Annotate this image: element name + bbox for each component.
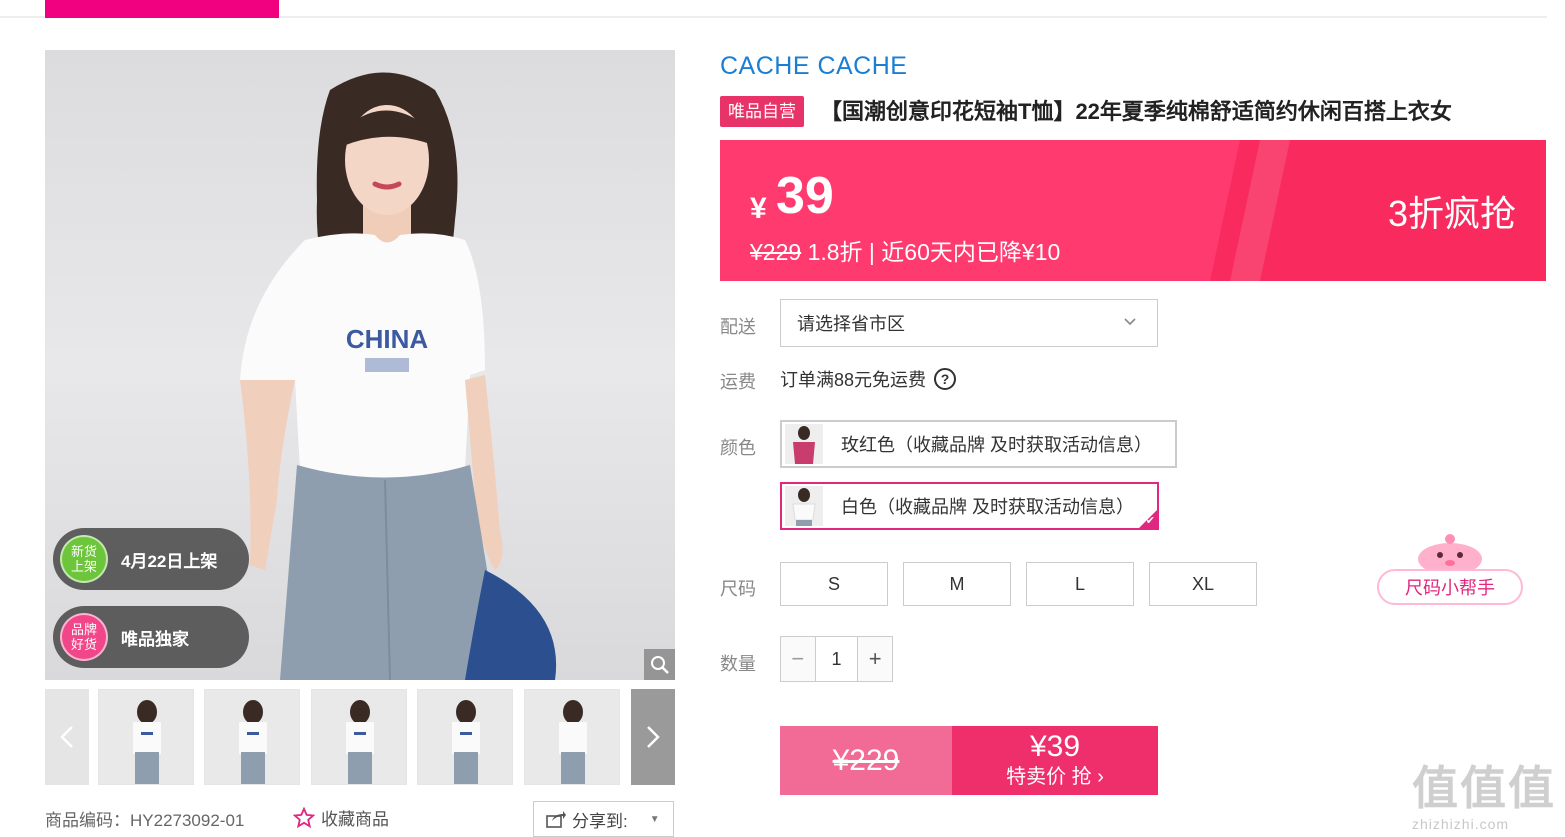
product-code-value: HY2273092-01 (130, 811, 245, 830)
thumbnail-1[interactable] (98, 689, 194, 785)
quantity-input[interactable]: 1 (814, 637, 859, 681)
size-option-s[interactable]: S (780, 562, 888, 606)
size-helper-button[interactable]: 尺码小帮手 (1377, 529, 1523, 609)
quantity-stepper: − 1 + (780, 636, 893, 682)
thumbnail-4[interactable] (417, 689, 513, 785)
color-swatch-rose (785, 424, 823, 464)
quantity-decrease-button[interactable]: − (781, 637, 815, 681)
help-icon[interactable]: ? (934, 368, 957, 390)
product-title: 【国潮创意印花短袖T恤】22年夏季纯棉舒适简约休闲百搭上衣女 (820, 99, 1452, 124)
buy-action-label: 特卖价 抢 › (1006, 766, 1104, 788)
chevron-left-icon (60, 726, 73, 748)
size-label: 尺码 (720, 579, 756, 599)
thumbnail-prev-button[interactable] (45, 689, 89, 785)
shirt-print: CHINA (346, 324, 429, 354)
thumbnail-photo (239, 700, 267, 784)
active-tab-indicator[interactable] (45, 0, 279, 18)
color-label: 颜色 (720, 438, 756, 458)
buy-now-area[interactable]: ¥39 特卖价 抢 › (952, 726, 1158, 795)
thumbnail-next-button[interactable] (631, 689, 675, 785)
favorite-button[interactable]: 收藏商品 (293, 805, 389, 830)
current-price: 39 (776, 167, 834, 225)
share-icon (546, 811, 566, 828)
share-label: 分享到: (572, 811, 628, 831)
price-banner: ¥ 39 ¥229 1.8折 | 近60天内已降¥10 3折疯抢 (720, 140, 1546, 281)
color-option-white[interactable]: 白色（收藏品牌 及时获取活动信息） ✔ (780, 482, 1159, 530)
product-code: 商品编码：HY2273092-01 (45, 806, 244, 831)
thumbnail-2[interactable] (204, 689, 300, 785)
currency-symbol: ¥ (750, 192, 767, 225)
region-select[interactable]: 请选择省市区 (780, 299, 1158, 347)
thumbnail-strip (45, 689, 675, 785)
product-main-image[interactable]: CHINA 新货上架 4月22日上架 品牌好货 唯品独家 (45, 50, 675, 680)
color-swatch-white (785, 486, 823, 526)
quantity-increase-button[interactable]: + (858, 637, 892, 681)
size-option-xl[interactable]: XL (1149, 562, 1257, 606)
buy-price: ¥39 (1029, 730, 1081, 763)
price-details: ¥229 1.8折 | 近60天内已降¥10 (750, 233, 1060, 267)
thumbnail-photo (133, 700, 161, 784)
exclusive-label: 唯品独家 (121, 629, 189, 649)
freight-label: 运费 (720, 372, 756, 392)
delivery-label: 配送 (720, 317, 756, 337)
zoom-icon[interactable] (644, 649, 675, 680)
new-arrival-date: 4月22日上架 (121, 551, 218, 571)
watermark-url: zhizhizhi.com (1412, 816, 1510, 832)
discount-text: 1.8折 | 近60天内已降¥10 (807, 239, 1061, 265)
chevron-down-icon (1124, 318, 1136, 326)
watermark-logo: 值值值 (1412, 762, 1556, 814)
color-option-label: 白色（收藏品牌 及时获取活动信息） (841, 497, 1134, 517)
thumbnail-photo (559, 700, 587, 784)
exclusive-badge: 品牌好货 唯品独家 (53, 606, 249, 668)
thumbnail-photo (452, 700, 480, 784)
quantity-label: 数量 (720, 654, 756, 674)
freight-info: 订单满88元免运费 ? (780, 366, 957, 392)
mascot-icon (1418, 534, 1482, 573)
caret-down-icon: ▼ (649, 813, 660, 825)
buy-original-price: ¥229 (780, 726, 952, 795)
brand-link[interactable]: CACHE CACHE (720, 52, 907, 81)
thumbnail-3[interactable] (311, 689, 407, 785)
size-helper-label: 尺码小帮手 (1377, 569, 1523, 605)
check-icon: ✔ (1145, 515, 1155, 527)
star-icon (293, 806, 315, 828)
product-code-label: 商品编码： (45, 811, 130, 830)
freight-text: 订单满88元免运费 (780, 370, 927, 390)
buy-button[interactable]: ¥229 ¥39 特卖价 抢 › (780, 726, 1158, 795)
region-placeholder: 请选择省市区 (797, 314, 905, 334)
thumbnail-photo (346, 700, 374, 784)
thumbnail-5[interactable] (524, 689, 620, 785)
chevron-right-icon (647, 726, 660, 748)
promo-label: 3折疯抢 (1387, 193, 1516, 234)
color-option-rose[interactable]: 玫红色（收藏品牌 及时获取活动信息） (780, 420, 1177, 468)
new-arrival-icon: 新货上架 (60, 535, 108, 583)
watermark: 值值值 zhizhizhi.com (1412, 752, 1562, 837)
self-operated-tag: 唯品自营 (720, 96, 804, 127)
brand-goods-icon: 品牌好货 (60, 613, 108, 661)
new-arrival-badge: 新货上架 4月22日上架 (53, 528, 249, 590)
share-button[interactable]: 分享到: ▼ (533, 801, 674, 837)
favorite-label: 收藏商品 (321, 810, 389, 829)
size-option-m[interactable]: M (903, 562, 1011, 606)
original-price: ¥229 (750, 239, 802, 265)
color-option-label: 玫红色（收藏品牌 及时获取活动信息） (841, 435, 1152, 455)
size-option-l[interactable]: L (1026, 562, 1134, 606)
